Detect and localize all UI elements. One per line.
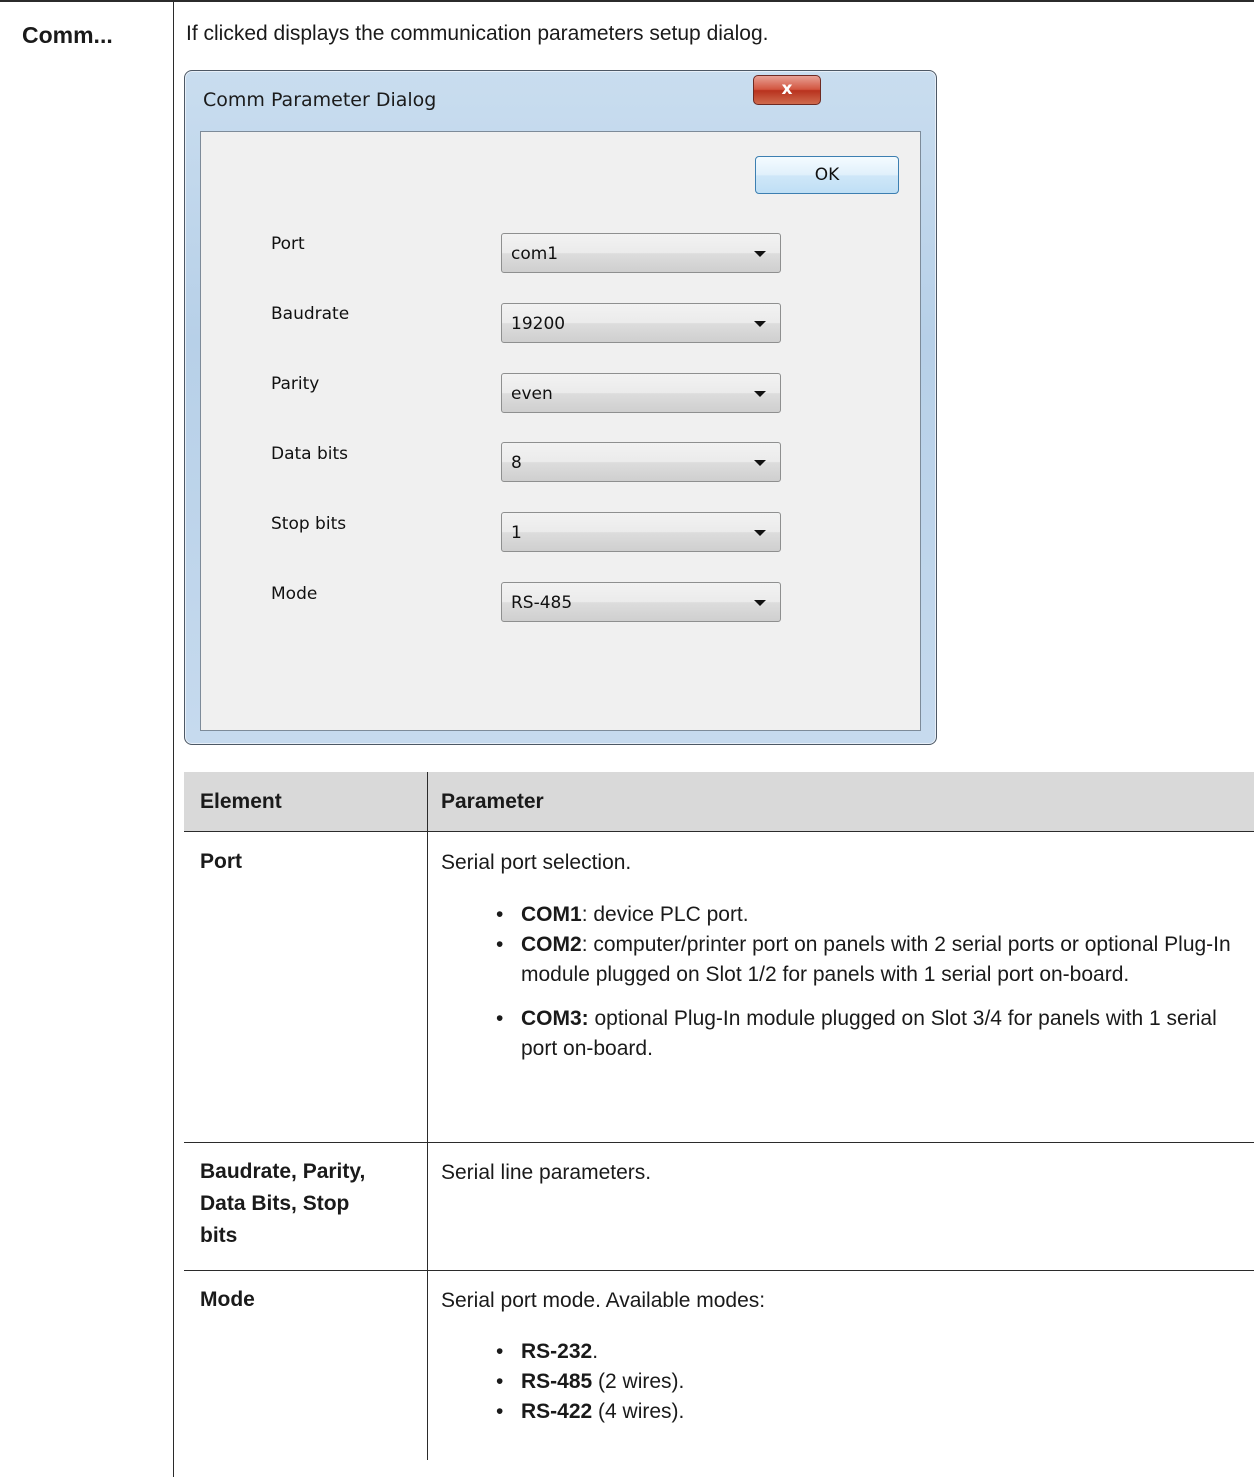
header-parameter: Parameter — [441, 790, 544, 813]
chevron-down-icon — [754, 251, 766, 257]
data-bits-combobox[interactable]: 8 — [501, 442, 781, 482]
row-mode-description: Serial port mode. Available modes: — [441, 1289, 766, 1312]
baudrate-value: 19200 — [511, 314, 566, 334]
chevron-down-icon — [754, 600, 766, 606]
chevron-down-icon — [754, 321, 766, 327]
mode-combobox[interactable]: RS-485 — [501, 582, 781, 622]
data-bits-value: 8 — [511, 453, 522, 473]
dialog-title: Comm Parameter Dialog — [203, 89, 437, 111]
port-value: com1 — [511, 244, 559, 264]
close-icon: x — [781, 79, 793, 99]
column-divider — [173, 0, 174, 1477]
row-rule — [184, 1270, 1254, 1271]
comm-parameter-dialog: Comm Parameter Dialog x OK Port com1 Bau… — [184, 70, 937, 745]
row-rule — [184, 1142, 1254, 1143]
data-bits-label: Data bits — [271, 444, 349, 464]
row-mode-bullets: RS-232. RS-485 (2 wires). RS-422 (4 wire… — [496, 1337, 1196, 1427]
stop-bits-label: Stop bits — [271, 514, 347, 534]
stop-bits-value: 1 — [511, 523, 522, 543]
mode-label: Mode — [271, 584, 318, 604]
chevron-down-icon — [754, 391, 766, 397]
dialog-client-area: OK Port com1 Baudrate 19200 Parity even … — [200, 131, 921, 731]
parity-value: even — [511, 384, 553, 404]
close-button[interactable]: x — [753, 75, 821, 105]
ok-button[interactable]: OK — [755, 156, 899, 194]
comm-label: Comm... — [22, 22, 113, 48]
list-item: RS-422 (4 wires). — [496, 1397, 1196, 1427]
baudrate-combobox[interactable]: 19200 — [501, 303, 781, 343]
list-item: RS-232. — [496, 1337, 1196, 1367]
chevron-down-icon — [754, 460, 766, 466]
parity-label: Parity — [271, 374, 320, 394]
table-column-divider — [427, 772, 428, 1460]
chevron-down-icon — [754, 530, 766, 536]
row-port-element: Port — [200, 850, 242, 873]
table-header — [184, 772, 1254, 832]
stop-bits-combobox[interactable]: 1 — [501, 512, 781, 552]
port-label: Port — [271, 234, 305, 254]
list-item: RS-485 (2 wires). — [496, 1367, 1196, 1397]
row-port-description: Serial port selection. — [441, 851, 632, 874]
row-serial-line-description: Serial line parameters. — [441, 1161, 652, 1184]
list-item: COM2: computer/printer port on panels wi… — [496, 930, 1248, 990]
mode-value: RS-485 — [511, 593, 573, 613]
parity-combobox[interactable]: even — [501, 373, 781, 413]
header-rule — [184, 831, 1254, 832]
list-item: COM3: optional Plug-In module plugged on… — [496, 1004, 1248, 1064]
row-serial-line-element: Baudrate, Parity, Data Bits, Stop bits — [200, 1160, 366, 1247]
port-combobox[interactable]: com1 — [501, 233, 781, 273]
header-element: Element — [200, 790, 282, 813]
row-port-bullets: COM1: device PLC port. COM2: computer/pr… — [496, 900, 1248, 1064]
row-mode-element: Mode — [200, 1288, 255, 1311]
baudrate-label: Baudrate — [271, 304, 350, 324]
top-rule — [0, 0, 1254, 2]
list-item: COM1: device PLC port. — [496, 900, 1248, 930]
comm-description: If clicked displays the communication pa… — [186, 22, 769, 45]
